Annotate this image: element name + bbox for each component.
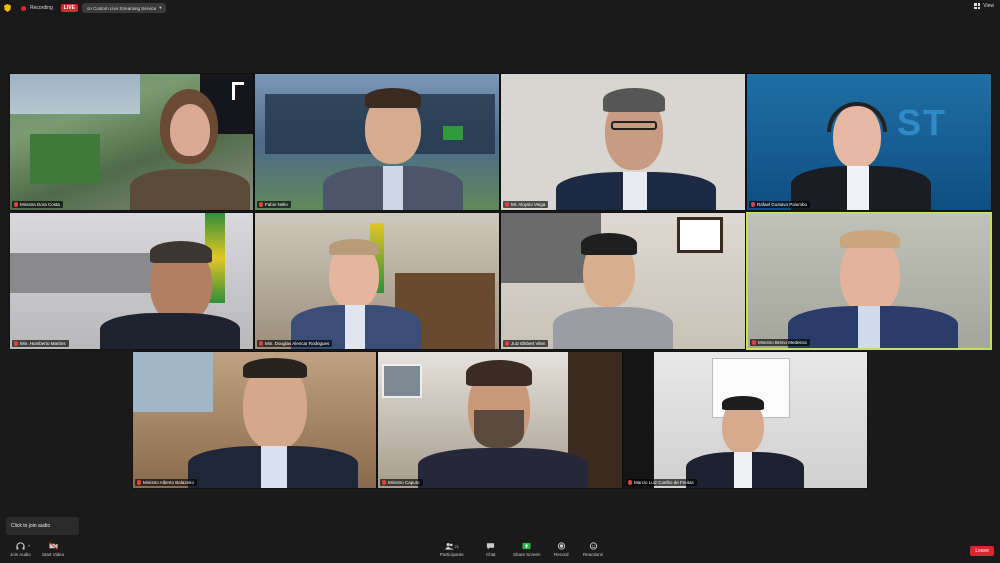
participant-video <box>501 74 745 210</box>
audio-options-chevron-icon[interactable]: ^ <box>28 544 30 549</box>
share-screen-icon <box>522 542 531 550</box>
participant-video: ST <box>747 74 991 210</box>
participant-video <box>748 214 990 348</box>
mic-muted-icon <box>505 202 509 207</box>
participant-name-tag: Min. Douglas Alencar Rodrigues <box>257 340 333 347</box>
leave-button[interactable]: Leave <box>970 546 994 556</box>
video-tile[interactable]: Ministro Alberto Balazeiro <box>132 351 377 489</box>
meeting-toolbar: Join Audio ^ Start Video 21 Participants… <box>0 538 1000 563</box>
mic-muted-icon <box>382 480 386 485</box>
video-tile[interactable]: Mr. Aloysio Veiga <box>500 73 746 211</box>
mic-muted-icon <box>259 202 263 207</box>
share-screen-button[interactable]: Share Screen <box>513 542 541 557</box>
participant-video <box>10 213 253 349</box>
video-tile[interactable]: Min. Douglas Alencar Rodrigues <box>254 212 500 350</box>
participants-button[interactable]: 21 Participants <box>440 542 464 557</box>
participant-name-tag: Fabio Nello <box>257 201 291 208</box>
participant-name-tag: Mr. Aloysio Veiga <box>503 201 549 208</box>
reactions-button[interactable]: Reactions <box>583 542 603 557</box>
video-tile[interactable]: ST Rafael Gustavo Palumbo <box>746 73 992 211</box>
start-video-button[interactable]: Start Video <box>42 542 64 557</box>
participant-name-tag: Juiz Elkbert Vilen <box>503 340 549 347</box>
mic-muted-icon <box>752 340 756 345</box>
video-tile[interactable]: Juiz Elkbert Vilen <box>500 212 746 350</box>
mic-muted-icon <box>259 341 263 346</box>
chat-bubble-icon <box>487 543 495 550</box>
start-video-label: Start Video <box>42 552 65 557</box>
participant-video <box>255 213 499 349</box>
video-tile[interactable]: Min. Humberto Martins <box>9 212 254 350</box>
participant-video <box>10 74 253 210</box>
video-tile-active-speaker[interactable]: Ministro Breno Medeiros <box>746 212 992 350</box>
participant-name-tag: Marcio Luiz Coelho de Freitas <box>626 479 697 486</box>
participant-name-tag: Ministro Breno Medeiros <box>750 339 810 346</box>
stream-label: on Custom Live Streaming Service <box>86 5 157 11</box>
participant-name-tag: Min. Humberto Martins <box>12 340 69 347</box>
participant-video <box>501 213 745 349</box>
participants-count: 21 <box>454 543 459 549</box>
participants-label: Participants <box>440 552 464 557</box>
record-button[interactable]: Record <box>554 542 569 557</box>
meeting-top-bar: Recording LIVE on Custom Live Streaming … <box>0 0 1000 16</box>
mic-muted-icon <box>14 341 18 346</box>
record-icon <box>557 542 565 550</box>
logo-icon <box>232 82 244 100</box>
participants-icon <box>444 543 454 550</box>
participant-video <box>255 74 499 210</box>
participant-name-tag: Ministra Dora Costa <box>12 201 63 208</box>
live-badge: LIVE <box>60 4 78 12</box>
participant-video <box>133 352 376 488</box>
mic-muted-icon <box>14 202 18 207</box>
reactions-label: Reactions <box>583 552 604 557</box>
recording-label: Recording <box>30 5 53 11</box>
participant-name-tag: Ministro Alberto Balazeiro <box>135 479 198 486</box>
security-shield-icon[interactable] <box>4 4 11 12</box>
mic-muted-icon <box>505 341 509 346</box>
mic-muted-icon <box>628 480 632 485</box>
view-label: View <box>983 3 994 9</box>
record-label: Record <box>554 552 569 557</box>
participant-video <box>378 352 622 488</box>
chat-button[interactable]: Chat <box>486 542 496 557</box>
chat-label: Chat <box>486 552 496 557</box>
live-stream-dropdown[interactable]: on Custom Live Streaming Service ▾ <box>81 3 167 13</box>
grid-view-icon <box>974 3 981 9</box>
headphones-icon <box>16 542 25 550</box>
participant-name-tag: Ministro Caputo <box>380 479 423 486</box>
video-tile[interactable]: Ministro Caputo <box>377 351 623 489</box>
video-camera-off-icon <box>48 542 58 550</box>
video-tile[interactable]: Fabio Nello <box>254 73 500 211</box>
join-audio-tooltip: Click to join audio <box>6 517 79 535</box>
recording-dot-icon <box>21 5 26 11</box>
mic-muted-icon <box>137 480 141 485</box>
participant-video <box>624 352 867 488</box>
share-screen-label: Share Screen <box>513 552 541 557</box>
mic-muted-icon <box>751 202 755 207</box>
chevron-down-icon: ▾ <box>159 5 162 10</box>
view-button[interactable]: View <box>974 3 994 9</box>
smiley-icon <box>589 542 597 550</box>
join-audio-label: Join Audio <box>10 552 31 557</box>
participant-name-tag: Rafael Gustavo Palumbo <box>749 201 811 208</box>
video-tile[interactable]: Marcio Luiz Coelho de Freitas <box>623 351 868 489</box>
video-tile[interactable]: Ministra Dora Costa <box>9 73 254 211</box>
